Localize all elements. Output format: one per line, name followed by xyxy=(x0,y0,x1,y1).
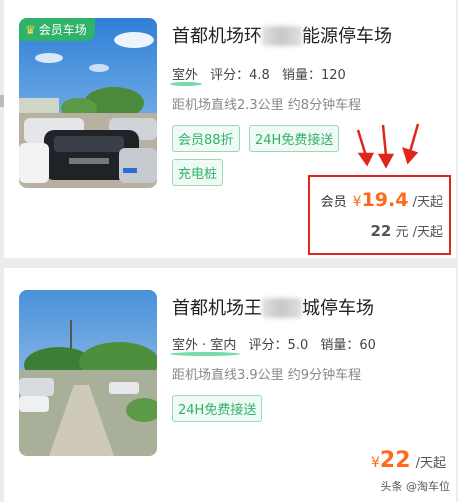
parking-meta-1: 室外 评分：4.8 销量：120 xyxy=(172,64,354,83)
distance-info: 距机场直线2.3公里 约8分钟车程 xyxy=(172,98,362,113)
redacted-text xyxy=(262,26,302,46)
rating: 评分：5.0 xyxy=(248,338,309,353)
tag-free-shuttle: 24H免费接送 xyxy=(172,395,263,422)
rating: 评分：4.8 xyxy=(210,68,270,83)
parking-photo-1[interactable]: ♛ 会员车场 xyxy=(19,18,157,188)
parking-lot-image-1 xyxy=(19,18,157,188)
location-type: 室外 · 室内 xyxy=(172,338,237,353)
tag-member-discount: 会员88折 xyxy=(172,125,240,152)
price-highlight-box: 会员 ¥19.4 /天起 22 元 /天起 xyxy=(308,175,451,255)
parking-lot-image-2 xyxy=(19,290,157,456)
parking-list: ♛ 会员车场 首都机场环 能源停车场 室外 评分：4.8 销量：120 距机场直… xyxy=(0,0,458,502)
parking-photo-2[interactable] xyxy=(19,290,157,456)
sales-count: 销量：60 xyxy=(320,338,376,353)
parking-title-1[interactable]: 首都机场环 能源停车场 xyxy=(172,22,392,48)
annotation-arrows xyxy=(356,123,420,169)
parking-meta-2: 室外 · 室内 评分：5.0 销量：60 xyxy=(172,334,384,353)
tag-free-shuttle: 24H免费接送 xyxy=(249,125,340,152)
location-type: 室外 xyxy=(172,68,199,83)
parking-card-2[interactable]: 首都机场王 城停车场 室外 · 室内 评分：5.0 销量：60 距机场直线3.9公… xyxy=(4,268,456,502)
member-lot-badge: ♛ 会员车场 xyxy=(19,18,95,41)
crown-icon: ♛ xyxy=(25,23,36,37)
member-price: 会员 ¥19.4 /天起 xyxy=(320,189,443,211)
sales-count: 销量：120 xyxy=(281,68,346,83)
parking-title-2[interactable]: 首都机场王 城停车场 xyxy=(172,294,374,320)
redacted-text xyxy=(262,298,302,318)
regular-price: 22 元 /天起 xyxy=(370,222,443,240)
watermark: 头条 @淘车位 xyxy=(380,480,451,493)
listing-price: ¥22 /天起 xyxy=(370,448,446,473)
distance-info: 距机场直线3.9公里 约9分钟车程 xyxy=(172,368,362,383)
tag-charging-pile: 充电桩 xyxy=(172,159,224,186)
